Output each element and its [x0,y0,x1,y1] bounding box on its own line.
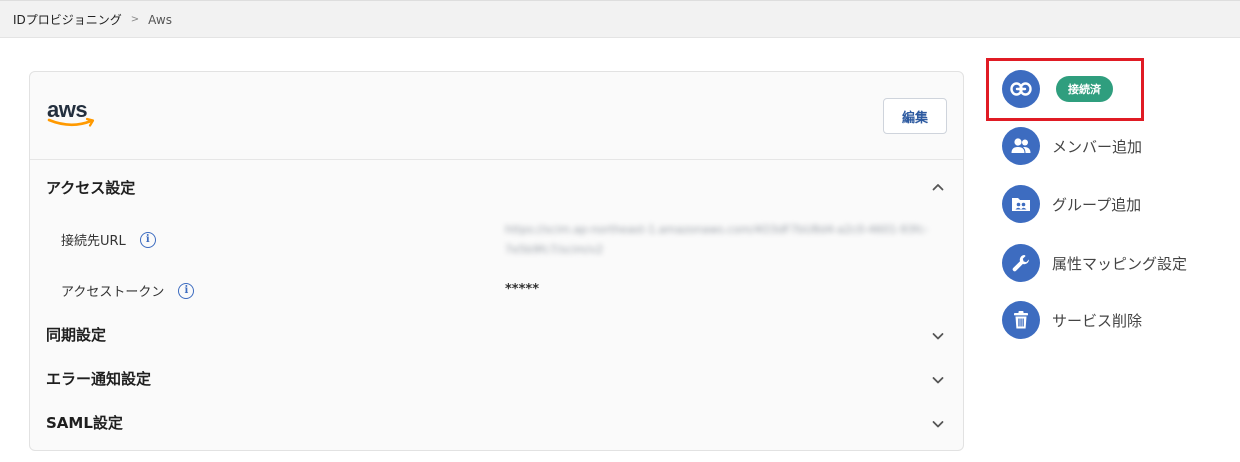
breadcrumb-current: Aws [148,12,172,27]
attribute-mapping-button[interactable]: 属性マッピング設定 [1002,244,1187,282]
wrench-icon [1002,244,1040,282]
info-icon[interactable]: i [139,231,156,248]
add-member-button[interactable]: メンバー追加 [1002,127,1142,165]
link-icon [1002,70,1040,108]
access-token-row: アクセストークン i [61,281,195,300]
breadcrumb-parent-link[interactable]: IDプロビジョニング [13,11,122,28]
add-member-label: メンバー追加 [1052,137,1143,156]
add-group-button[interactable]: グループ追加 [1002,185,1141,223]
access-token-label: アクセストークン [61,285,165,300]
users-icon [1002,127,1040,165]
chevron-down-icon[interactable] [931,417,945,431]
delete-service-label: サービス削除 [1052,311,1143,330]
section-access-settings-title[interactable]: アクセス設定 [46,177,135,198]
edit-button[interactable]: 編集 [883,98,947,134]
section-error-notification-title[interactable]: エラー通知設定 [46,368,151,389]
chevron-down-icon[interactable] [931,329,945,343]
card-header: aws 編集 [30,72,963,160]
connection-status[interactable]: 接続済 [1002,70,1113,108]
chevron-down-icon[interactable] [931,373,945,387]
chevron-up-icon[interactable] [931,180,945,194]
breadcrumb: IDプロビジョニング > Aws [13,11,172,28]
add-group-label: グループ追加 [1052,195,1142,214]
endpoint-url-row: 接続先URL i [61,230,156,249]
trash-icon [1002,301,1040,339]
breadcrumb-separator: > [130,14,140,25]
endpoint-url-label: 接続先URL [61,234,126,249]
service-settings-card: aws 編集 アクセス設定 接続先URL i https://scim.ap-n… [29,71,964,451]
section-sync-settings-title[interactable]: 同期設定 [46,324,106,345]
aws-logo: aws [47,99,99,133]
section-saml-settings-title[interactable]: SAML設定 [46,412,123,433]
connected-status-badge: 接続済 [1056,76,1113,102]
delete-service-button[interactable]: サービス削除 [1002,301,1142,339]
aws-smile-icon [47,117,95,127]
action-panel: 接続済 メンバー追加 グループ追加 属性マッピング設定 サービス削除 [1002,0,1240,462]
info-icon[interactable]: i [178,282,195,299]
attribute-mapping-label: 属性マッピング設定 [1052,254,1188,273]
group-folder-icon [1002,185,1040,223]
access-token-value: ***** [505,282,539,297]
endpoint-url-value: https://scim.ap-northeast-1.amazonaws.co… [505,223,929,256]
